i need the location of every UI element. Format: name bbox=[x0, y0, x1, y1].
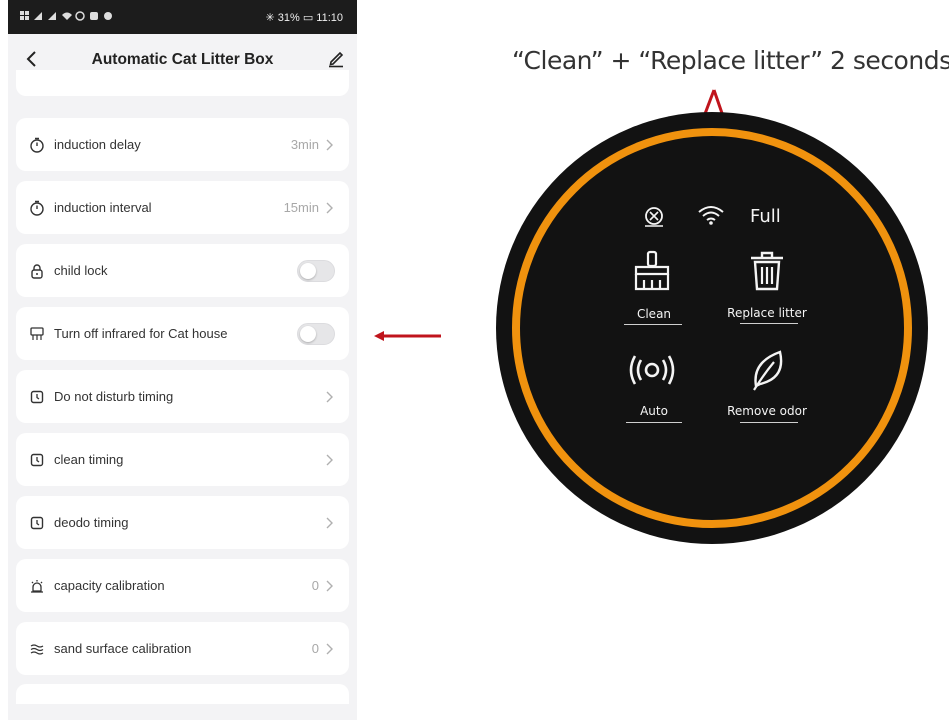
remove-odor-button[interactable] bbox=[712, 346, 822, 428]
litter-box-control-panel: Full Clean Replace litter Auto Remove od… bbox=[494, 110, 930, 546]
replace-litter-button[interactable] bbox=[712, 246, 822, 328]
clean-button[interactable] bbox=[614, 246, 694, 328]
full-indicator: Full bbox=[750, 206, 781, 227]
wifi-icon bbox=[697, 204, 725, 231]
auto-button[interactable] bbox=[614, 348, 694, 428]
panel-face bbox=[496, 112, 928, 544]
litter-warning-icon bbox=[642, 206, 666, 233]
